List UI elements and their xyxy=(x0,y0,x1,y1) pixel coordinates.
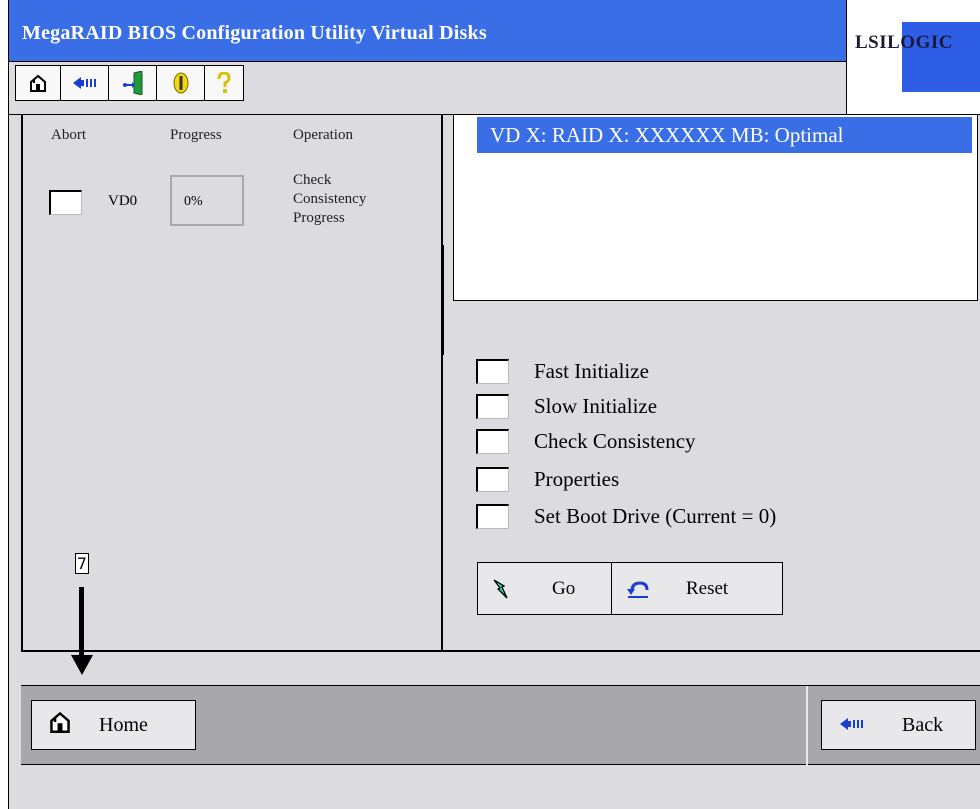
vd0-label: VD0 xyxy=(108,193,138,209)
annotation-number: 7 xyxy=(75,553,89,574)
set-boot-drive-checkbox[interactable] xyxy=(476,503,509,529)
home-button[interactable]: Home xyxy=(31,700,196,750)
annotation-arrow-head xyxy=(71,655,93,675)
home-icon xyxy=(30,74,46,92)
toolbar-home-button[interactable] xyxy=(16,66,61,100)
toolbar-area xyxy=(9,62,846,115)
go-lightning-icon xyxy=(492,578,512,600)
vd0-progress-value: 0% xyxy=(170,175,244,226)
back-arrow-icon xyxy=(840,714,864,737)
option-check-consistency[interactable]: Check Consistency xyxy=(476,427,696,455)
option-label: Set Boot Drive (Current = 0) xyxy=(534,503,777,528)
home-label: Home xyxy=(99,713,148,736)
progress-header: Progress xyxy=(170,127,222,143)
option-properties[interactable]: Properties xyxy=(476,465,619,493)
operation-line: Progress xyxy=(293,210,345,226)
home-icon xyxy=(49,711,71,739)
go-button[interactable]: Go xyxy=(478,563,612,614)
option-label: Fast Initialize xyxy=(534,358,649,383)
back-button[interactable]: Back xyxy=(821,700,976,750)
virtual-disk-list[interactable]: VD X: RAID X: XXXXXX MB: Optimal xyxy=(453,115,978,301)
toolbar-info-button[interactable] xyxy=(157,66,205,100)
main-panels: Abort Progress Operation VD0 0% Check Co… xyxy=(21,115,980,652)
abort-header: Abort xyxy=(51,127,86,143)
action-buttons: Go Reset xyxy=(477,562,783,615)
option-fast-initialize[interactable]: Fast Initialize xyxy=(476,357,649,385)
help-icon xyxy=(217,72,231,93)
reset-undo-icon xyxy=(626,579,650,599)
reset-label: Reset xyxy=(686,577,729,599)
reset-button[interactable]: Reset xyxy=(612,563,782,614)
bottom-separator xyxy=(806,686,808,766)
option-slow-initialize[interactable]: Slow Initialize xyxy=(476,392,657,420)
option-label: Check Consistency xyxy=(534,428,696,453)
bottom-nav-bar: Home Back xyxy=(21,685,980,766)
operation-line: Consistency xyxy=(293,191,367,207)
bios-window: MegaRAID BIOS Configuration Utility Virt… xyxy=(8,0,980,809)
vd-list-item-selected[interactable]: VD X: RAID X: XXXXXX MB: Optimal xyxy=(477,117,972,153)
window-title: MegaRAID BIOS Configuration Utility Virt… xyxy=(22,22,487,44)
go-label: Go xyxy=(552,577,576,599)
option-label: Slow Initialize xyxy=(534,393,658,418)
option-label: Properties xyxy=(534,466,620,491)
annotation-arrow-line xyxy=(79,587,84,657)
toolbar-back-button[interactable] xyxy=(61,66,109,100)
operation-header: Operation xyxy=(293,127,353,143)
fast-initialize-checkbox[interactable] xyxy=(476,358,509,384)
info-icon xyxy=(173,72,188,94)
properties-checkbox[interactable] xyxy=(476,466,509,492)
vd0-operation: Check Consistency Progress xyxy=(293,171,366,228)
toolbar-help-button[interactable] xyxy=(205,66,243,100)
back-label: Back xyxy=(902,713,944,736)
vd-actions-panel: VD X: RAID X: XXXXXX MB: Optimal Fast In… xyxy=(443,115,980,652)
title-bar: MegaRAID BIOS Configuration Utility Virt… xyxy=(9,0,846,62)
toolbar xyxy=(15,65,244,101)
logo-area: LSILOGIC xyxy=(846,0,980,115)
option-set-boot-drive[interactable]: Set Boot Drive (Current = 0) xyxy=(476,502,776,530)
exit-door-icon xyxy=(122,71,142,95)
toolbar-exit-button[interactable] xyxy=(109,66,157,100)
abort-checkbox-vd0[interactable] xyxy=(49,190,82,215)
lsi-logo: LSILOGIC xyxy=(855,32,953,53)
check-consistency-checkbox[interactable] xyxy=(476,428,509,454)
back-arrow-icon xyxy=(72,77,96,89)
slow-initialize-checkbox[interactable] xyxy=(476,393,509,419)
operation-line: Check xyxy=(293,172,332,188)
